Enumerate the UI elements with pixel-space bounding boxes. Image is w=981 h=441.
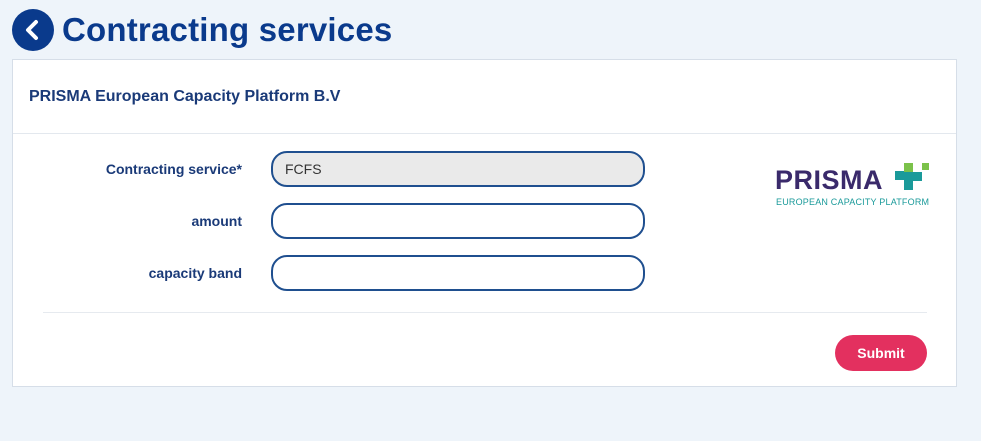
- capacity-band-field[interactable]: [271, 255, 645, 291]
- logo-cross-icon: [895, 163, 929, 190]
- contracting-card: PRISMA European Capacity Platform B.V Co…: [12, 59, 957, 387]
- form-row-contracting-service: Contracting service*: [13, 151, 645, 187]
- form-row-capacity-band: capacity band: [13, 255, 645, 291]
- card-header: PRISMA European Capacity Platform B.V: [13, 60, 956, 134]
- logo-subtitle: EUROPEAN CAPACITY PLATFORM: [776, 197, 930, 207]
- form-row-amount: amount: [13, 203, 645, 239]
- chevron-left-icon: [26, 20, 38, 40]
- capacity-band-label: capacity band: [148, 265, 242, 281]
- contracting-service-field[interactable]: [271, 151, 645, 187]
- amount-field[interactable]: [271, 203, 645, 239]
- provider-name: PRISMA European Capacity Platform B.V: [29, 87, 341, 105]
- prisma-logo: PRISMA EUROPEAN CAPACITY PLATFORM: [775, 163, 930, 213]
- back-button[interactable]: [12, 9, 54, 51]
- submit-button[interactable]: Submit: [835, 335, 927, 371]
- page-title: Contracting services: [62, 11, 393, 48]
- amount-label: amount: [191, 213, 242, 229]
- contracting-service-label: Contracting service*: [105, 161, 242, 177]
- form-divider: [43, 312, 927, 313]
- page-header: Contracting services: [12, 9, 392, 51]
- logo-word: PRISMA: [775, 165, 884, 195]
